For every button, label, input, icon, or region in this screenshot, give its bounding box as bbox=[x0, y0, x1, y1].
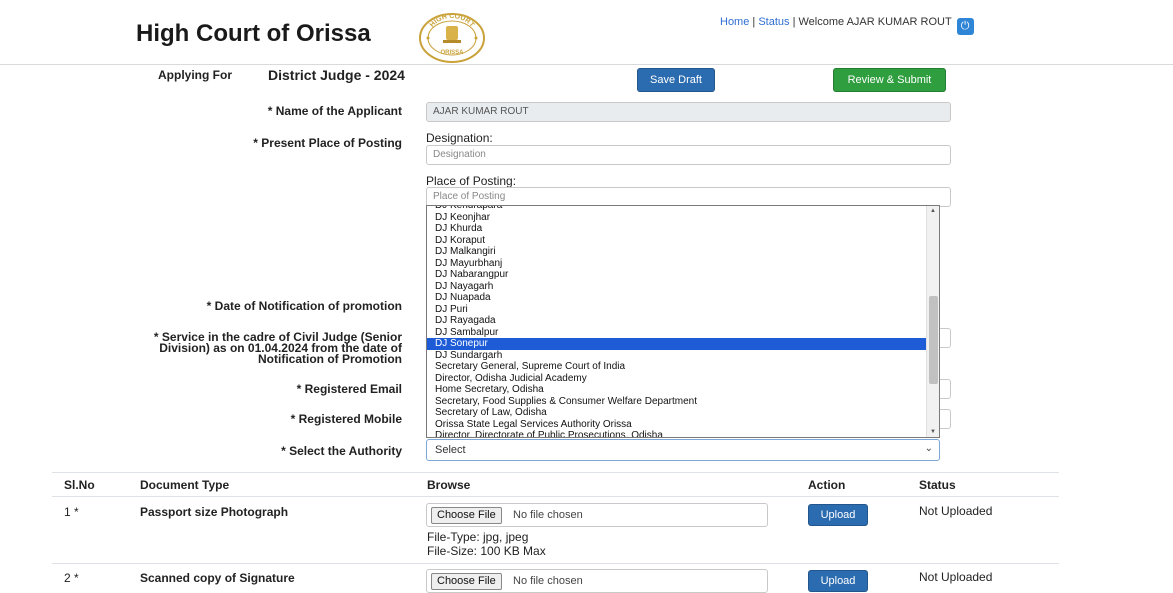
col-header-status: Status bbox=[919, 478, 956, 492]
svg-text:ORISSA: ORISSA bbox=[440, 50, 464, 56]
scroll-up-icon[interactable]: ▲ bbox=[930, 208, 936, 214]
dropdown-option[interactable]: DJ Sambalpur bbox=[427, 327, 927, 339]
row-2-upload-button[interactable]: Upload bbox=[808, 570, 868, 592]
save-draft-button[interactable]: Save Draft bbox=[637, 68, 715, 92]
dropdown-option[interactable]: Secretary of Law, Odisha bbox=[427, 407, 927, 419]
row-1-upload-button[interactable]: Upload bbox=[808, 504, 868, 526]
dropdown-option[interactable]: DJ Puri bbox=[427, 304, 927, 316]
review-submit-button[interactable]: Review & Submit bbox=[833, 68, 946, 92]
dropdown-option[interactable]: Secretary, Food Supplies & Consumer Welf… bbox=[427, 396, 927, 408]
authority-dropdown-list[interactable]: DJ Kendrapara DJ Keonjhar DJ Khurda DJ Kora… bbox=[426, 205, 940, 438]
registered-mobile-label: * Registered Mobile bbox=[290, 412, 402, 426]
applying-for-value: District Judge - 2024 bbox=[268, 67, 405, 83]
nav-separator: | bbox=[789, 16, 799, 28]
header-divider bbox=[0, 64, 1173, 65]
row-1-slno: 1 * bbox=[64, 505, 79, 519]
dropdown-scrollbar[interactable]: ▲ ▼ bbox=[926, 206, 939, 437]
nav-separator: | bbox=[749, 16, 759, 28]
applying-for-label: Applying For bbox=[158, 68, 232, 82]
dropdown-option[interactable]: Orissa State Legal Services Authority Or… bbox=[427, 419, 927, 431]
dropdown-option[interactable]: DJ Keonjhar bbox=[427, 212, 927, 224]
row-2-slno: 2 * bbox=[64, 571, 79, 585]
dropdown-option[interactable]: DJ Malkangiri bbox=[427, 246, 927, 258]
table-header-border bbox=[52, 496, 1059, 497]
registered-email-label: * Registered Email bbox=[296, 382, 402, 396]
dropdown-option[interactable]: DJ Khurda bbox=[427, 223, 927, 235]
row-1-file-input[interactable]: Choose File No file chosen bbox=[426, 503, 768, 527]
dropdown-option[interactable]: Director, Directorate of Public Prosecut… bbox=[427, 430, 927, 437]
site-title: High Court of Orissa bbox=[136, 20, 371, 47]
row-2-file-input[interactable]: Choose File No file chosen bbox=[426, 569, 768, 593]
authority-select[interactable]: Select ⌄ bbox=[426, 439, 940, 461]
dropdown-option[interactable]: DJ Sonepur bbox=[427, 338, 927, 350]
row-2-status: Not Uploaded bbox=[919, 570, 993, 584]
dropdown-option[interactable]: DJ Nuapada bbox=[427, 292, 927, 304]
service-cadre-label: * Service in the cadre of Civil Judge (S… bbox=[153, 330, 402, 366]
col-header-slno: Sl.No bbox=[64, 478, 95, 492]
scrollbar-thumb[interactable] bbox=[929, 296, 938, 384]
notification-date-label: * Date of Notification of promotion bbox=[206, 299, 402, 313]
col-header-document-type: Document Type bbox=[140, 478, 230, 492]
top-nav: Home | Status | Welcome AJAR KUMAR ROUT … bbox=[720, 16, 974, 35]
dropdown-option[interactable]: DJ Nabarangpur bbox=[427, 269, 927, 281]
dropdown-option[interactable]: Secretary General, Supreme Court of Indi… bbox=[427, 361, 927, 373]
dropdown-option[interactable]: DJ Sundargarh bbox=[427, 350, 927, 362]
no-file-text: No file chosen bbox=[513, 575, 583, 587]
col-header-action: Action bbox=[808, 478, 846, 492]
dropdown-option[interactable]: DJ Nayagarh bbox=[427, 281, 927, 293]
chevron-down-icon: ⌄ bbox=[924, 443, 933, 454]
scroll-down-icon[interactable]: ▼ bbox=[930, 429, 936, 435]
designation-input[interactable]: Designation bbox=[426, 145, 951, 165]
welcome-text: Welcome AJAR KUMAR ROUT bbox=[798, 16, 952, 28]
logout-power-icon[interactable]: ⏻ bbox=[956, 18, 974, 35]
dropdown-option[interactable]: DJ Rayagada bbox=[427, 315, 927, 327]
table-top-border bbox=[52, 472, 1059, 473]
col-header-browse: Browse bbox=[427, 478, 471, 492]
present-posting-label: * Present Place of Posting bbox=[253, 136, 402, 150]
row-1-filetype: File-Type: jpg, jpeg bbox=[427, 530, 529, 544]
dropdown-option[interactable]: Home Secretary, Odisha bbox=[427, 384, 927, 396]
dropdown-options: DJ Kendrapara DJ Keonjhar DJ Khurda DJ Kora… bbox=[427, 206, 927, 437]
home-link[interactable]: Home bbox=[720, 16, 749, 28]
status-link[interactable]: Status bbox=[758, 16, 789, 28]
dropdown-option[interactable]: DJ Mayurbhanj bbox=[427, 258, 927, 270]
row-1-status: Not Uploaded bbox=[919, 504, 993, 518]
court-emblem-icon: HIGH COURT ORISSA bbox=[419, 13, 485, 63]
dropdown-option[interactable]: DJ Koraput bbox=[427, 235, 927, 247]
no-file-text: No file chosen bbox=[513, 509, 583, 521]
applicant-name-label: * Name of the Applicant bbox=[267, 104, 402, 118]
row-1-filesize: File-Size: 100 KB Max bbox=[427, 544, 546, 558]
authority-select-value: Select bbox=[435, 444, 466, 456]
row-2-document-type: Scanned copy of Signature bbox=[140, 571, 295, 585]
select-authority-label: * Select the Authority bbox=[281, 444, 402, 458]
row-divider bbox=[52, 563, 1059, 564]
place-of-posting-input[interactable]: Place of Posting bbox=[426, 187, 951, 207]
choose-file-button[interactable]: Choose File bbox=[431, 573, 502, 590]
dropdown-option[interactable]: Director, Odisha Judicial Academy bbox=[427, 373, 927, 385]
designation-label: Designation: bbox=[426, 131, 493, 145]
choose-file-button[interactable]: Choose File bbox=[431, 507, 502, 524]
row-1-document-type: Passport size Photograph bbox=[140, 505, 289, 519]
applicant-name-field: AJAR KUMAR ROUT bbox=[426, 102, 951, 122]
place-of-posting-label: Place of Posting: bbox=[426, 174, 517, 188]
